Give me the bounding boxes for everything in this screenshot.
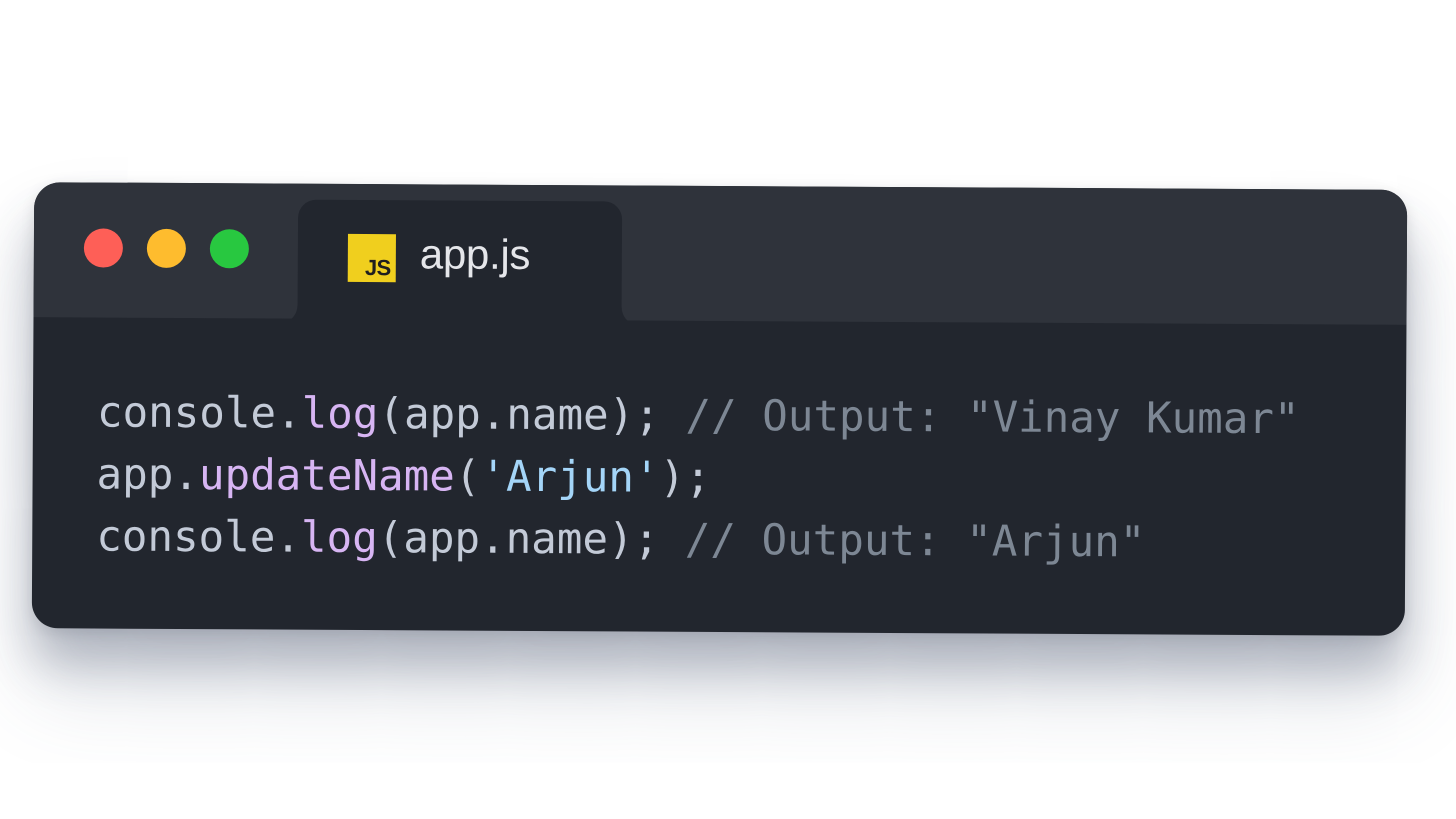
code-token-plain: (app.name); (377, 514, 685, 565)
window-controls (83, 228, 249, 269)
code-token-plain: console. (96, 388, 302, 439)
title-bar: JS app.js (33, 182, 1408, 326)
maximize-button[interactable] (209, 229, 249, 269)
code-line: console.log(app.name); // Output: "Vinay… (97, 383, 1300, 452)
close-button[interactable] (83, 228, 123, 268)
javascript-icon-label: JS (364, 255, 391, 281)
canvas: JS app.js console.log(app.name); // Outp… (0, 0, 1456, 819)
tab-title: app.js (419, 230, 531, 278)
code-line: app.updateName('Arjun'); (96, 445, 1299, 514)
code-token-plain: (app.name); (378, 390, 686, 441)
code-window: JS app.js console.log(app.name); // Outp… (31, 182, 1408, 636)
code-token-comment: // Output: "Vinay Kumar" (685, 391, 1300, 445)
code-token-plain: ); (659, 453, 711, 503)
tab-app-js[interactable]: JS app.js (297, 199, 623, 326)
javascript-file-icon: JS (347, 233, 396, 283)
code-token-str: 'Arjun' (480, 452, 660, 503)
code-line: console.log(app.name); // Output: "Arjun… (96, 507, 1299, 576)
code-token-plain: app. (96, 450, 200, 501)
code-token-fn: log (300, 513, 378, 564)
code-token-fn: updateName (198, 451, 455, 502)
minimize-button[interactable] (146, 228, 186, 269)
code-token-plain: console. (96, 512, 302, 563)
code-editor[interactable]: console.log(app.name); // Output: "Vinay… (96, 383, 1300, 576)
code-token-fn: log (301, 389, 379, 440)
code-token-comment: // Output: "Arjun" (684, 515, 1146, 568)
code-token-plain: ( (454, 452, 481, 502)
